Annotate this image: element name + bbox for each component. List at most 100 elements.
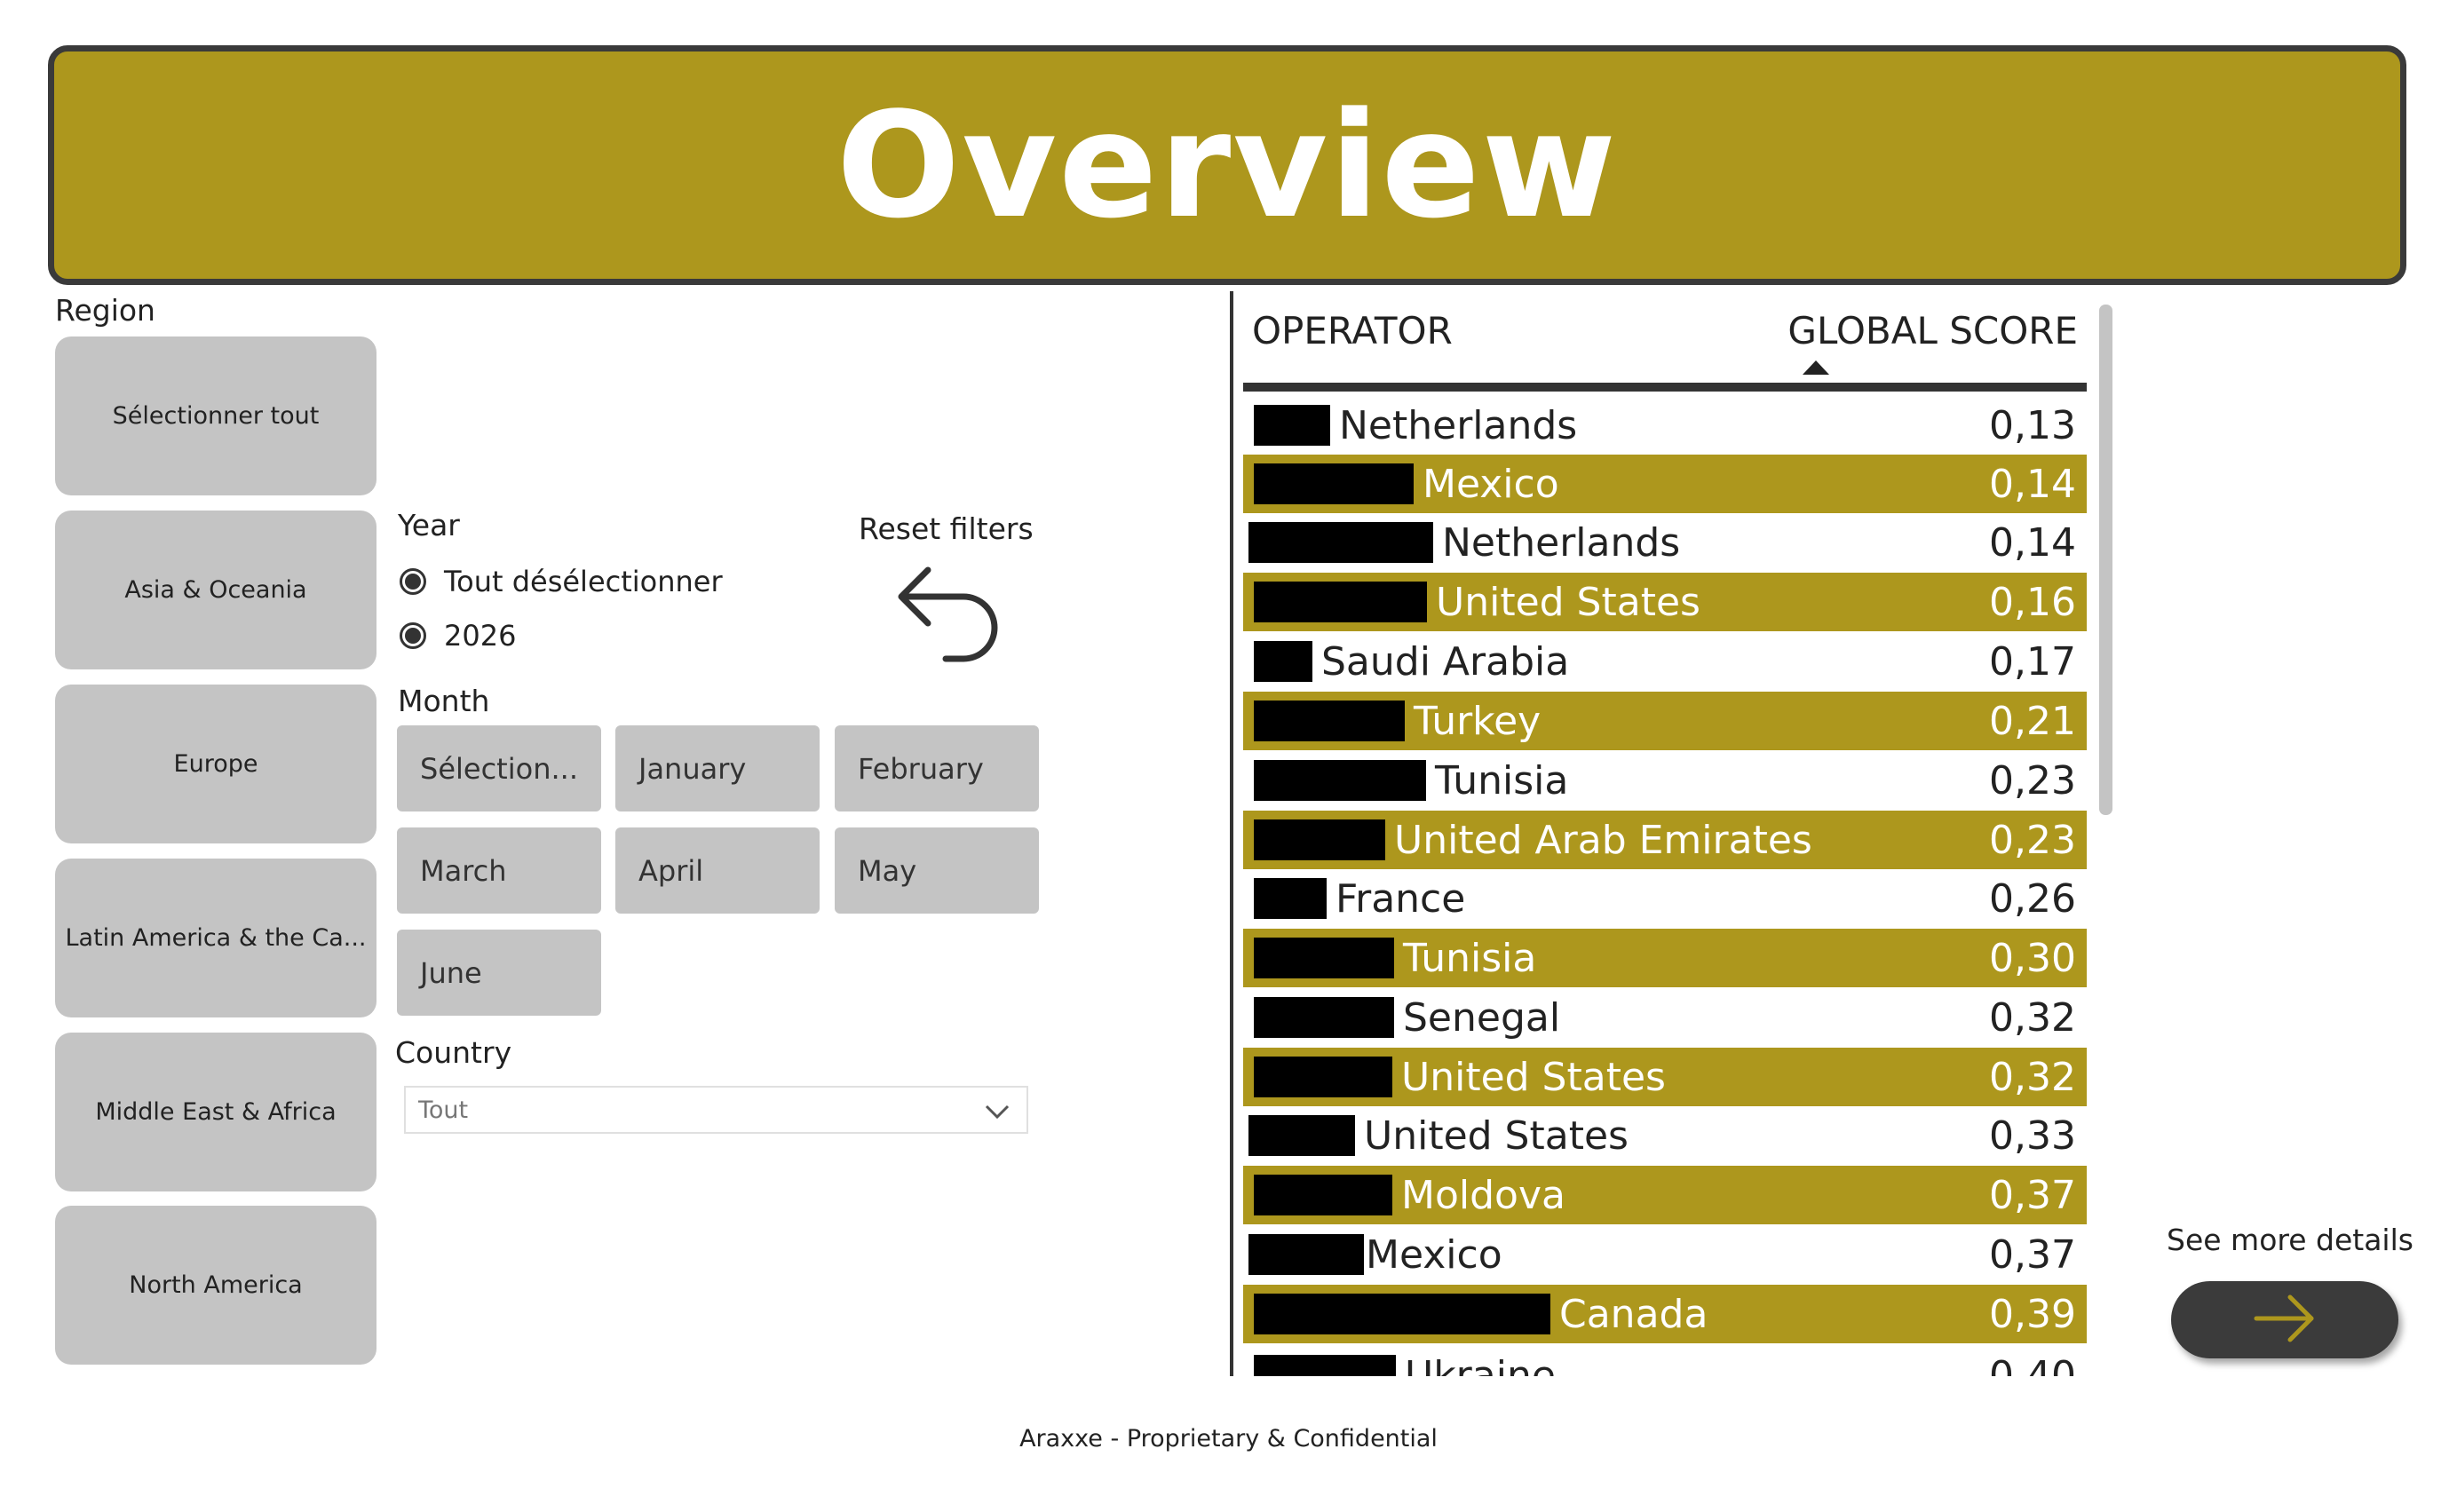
redacted-operator-name — [1254, 938, 1394, 978]
table-left-border — [1230, 291, 1233, 1376]
row-score: 0,32 — [1989, 1054, 2076, 1100]
redacted-operator-name — [1254, 701, 1405, 741]
table-row[interactable]: Tunisia 0,30 — [1243, 929, 2087, 987]
region-button-asia-oceania[interactable]: Asia & Oceania — [55, 511, 376, 669]
title-banner: Overview — [48, 45, 2406, 285]
region-button-label: Asia & Oceania — [124, 576, 307, 604]
year-option-2026[interactable]: 2026 — [400, 619, 516, 653]
country-dropdown[interactable]: Tout — [404, 1086, 1028, 1134]
region-button-label: Europe — [173, 750, 258, 778]
column-header-global-score[interactable]: GLOBAL SCORE — [1787, 309, 2078, 352]
redacted-operator-name — [1254, 878, 1327, 919]
row-country: Mexico — [1366, 1231, 1502, 1278]
table-row[interactable]: United Arab Emirates 0,23 — [1243, 811, 2087, 869]
redacted-operator-name — [1254, 997, 1394, 1038]
redacted-operator-name — [1254, 1175, 1392, 1215]
month-button-february[interactable]: February — [835, 725, 1039, 811]
row-score: 0,39 — [1989, 1291, 2076, 1337]
table-row[interactable]: Turkey 0,21 — [1243, 692, 2087, 750]
redacted-operator-name — [1248, 1115, 1355, 1156]
region-button-select-all[interactable]: Sélectionner tout — [55, 336, 376, 495]
row-country: Senegal — [1403, 994, 1561, 1041]
row-score: 0,23 — [1989, 757, 2076, 803]
row-country: Tunisia — [1435, 757, 1569, 803]
region-button-north-america[interactable]: North America — [55, 1206, 376, 1365]
row-country: United States — [1401, 1054, 1666, 1100]
table-row[interactable]: Tunisia 0,23 — [1243, 751, 2087, 810]
month-button-label: June — [420, 955, 482, 990]
region-button-latin-america[interactable]: Latin America & the Ca... — [55, 859, 376, 1017]
table-row[interactable]: United States 0,33 — [1243, 1106, 2087, 1165]
year-label: Year — [398, 508, 460, 542]
table-header: OPERATOR GLOBAL SCORE — [1243, 291, 2087, 393]
row-country: Turkey — [1414, 698, 1542, 744]
month-button-may[interactable]: May — [835, 827, 1039, 914]
table-scrollbar[interactable] — [2099, 305, 2112, 815]
redacted-operator-name — [1248, 1234, 1364, 1275]
table-row[interactable]: Netherlands 0,14 — [1243, 513, 2087, 572]
row-country: United States — [1436, 579, 1700, 625]
table-row[interactable]: Saudi Arabia 0,17 — [1243, 632, 2087, 691]
row-country: United States — [1364, 1112, 1629, 1159]
table-row[interactable]: Ukraine 0,40 — [1243, 1346, 2087, 1376]
month-button-april[interactable]: April — [615, 827, 820, 914]
table-row[interactable]: Canada 0,39 — [1243, 1285, 2087, 1343]
row-score: 0,37 — [1989, 1172, 2076, 1218]
row-score: 0,30 — [1989, 935, 2076, 981]
undo-arrow-icon[interactable] — [892, 561, 999, 675]
redacted-operator-name — [1254, 1355, 1396, 1376]
row-country: Ukraine — [1405, 1352, 1556, 1377]
footer-text: Araxxe - Proprietary & Confidential — [1019, 1425, 1438, 1453]
month-button-label: Sélection... — [420, 751, 578, 786]
row-score: 0,14 — [1989, 519, 2076, 566]
region-button-label: Sélectionner tout — [112, 402, 320, 430]
month-button-label: March — [420, 853, 507, 888]
radio-icon[interactable] — [400, 568, 426, 595]
month-button-june[interactable]: June — [397, 930, 601, 1016]
country-selected-value: Tout — [418, 1096, 469, 1124]
month-button-january[interactable]: January — [615, 725, 820, 811]
row-score: 0,26 — [1989, 875, 2076, 922]
table-row[interactable]: United States 0,16 — [1243, 573, 2087, 631]
year-option-deselect-all[interactable]: Tout désélectionner — [400, 565, 723, 598]
country-label: Country — [395, 1035, 512, 1070]
region-label: Region — [55, 293, 155, 328]
sort-ascending-icon — [1803, 360, 1829, 375]
month-button-march[interactable]: March — [397, 827, 601, 914]
redacted-operator-name — [1254, 641, 1312, 682]
row-score: 0,40 — [1989, 1352, 2076, 1377]
table-row[interactable]: Mexico 0,14 — [1243, 455, 2087, 513]
row-country: Moldova — [1401, 1172, 1565, 1218]
see-more-details-button[interactable] — [2171, 1281, 2398, 1358]
row-country: United Arab Emirates — [1394, 817, 1812, 863]
year-option-label: Tout désélectionner — [444, 565, 723, 598]
region-button-label: Middle East & Africa — [95, 1098, 337, 1126]
row-score: 0,16 — [1989, 579, 2076, 625]
redacted-operator-name — [1248, 522, 1433, 563]
region-button-middle-east-africa[interactable]: Middle East & Africa — [55, 1033, 376, 1191]
redacted-operator-name — [1254, 760, 1426, 801]
arrow-right-icon — [2249, 1292, 2320, 1349]
redacted-operator-name — [1254, 1057, 1392, 1097]
month-button-label: April — [638, 853, 704, 888]
region-button-europe[interactable]: Europe — [55, 685, 376, 843]
row-score: 0,17 — [1989, 638, 2076, 685]
column-header-operator[interactable]: OPERATOR — [1252, 309, 1453, 352]
table-row[interactable]: United States 0,32 — [1243, 1048, 2087, 1106]
redacted-operator-name — [1254, 582, 1427, 622]
redacted-operator-name — [1254, 819, 1385, 860]
table-row[interactable]: France 0,26 — [1243, 869, 2087, 928]
operator-score-table: OPERATOR GLOBAL SCORE Netherlands 0,13 M… — [1243, 291, 2087, 1376]
year-option-label: 2026 — [444, 619, 517, 653]
row-score: 0,37 — [1989, 1231, 2076, 1278]
radio-icon[interactable] — [400, 622, 426, 649]
month-button-select-all[interactable]: Sélection... — [397, 725, 601, 811]
chevron-down-icon[interactable] — [984, 1098, 1011, 1123]
table-row[interactable]: Senegal 0,32 — [1243, 988, 2087, 1047]
row-country: Tunisia — [1403, 935, 1537, 981]
redacted-operator-name — [1254, 463, 1414, 504]
page-title: Overview — [836, 80, 1619, 250]
table-row[interactable]: Mexico 0,37 — [1243, 1225, 2087, 1284]
table-row[interactable]: Moldova 0,37 — [1243, 1166, 2087, 1224]
table-row[interactable]: Netherlands 0,13 — [1243, 396, 2087, 455]
